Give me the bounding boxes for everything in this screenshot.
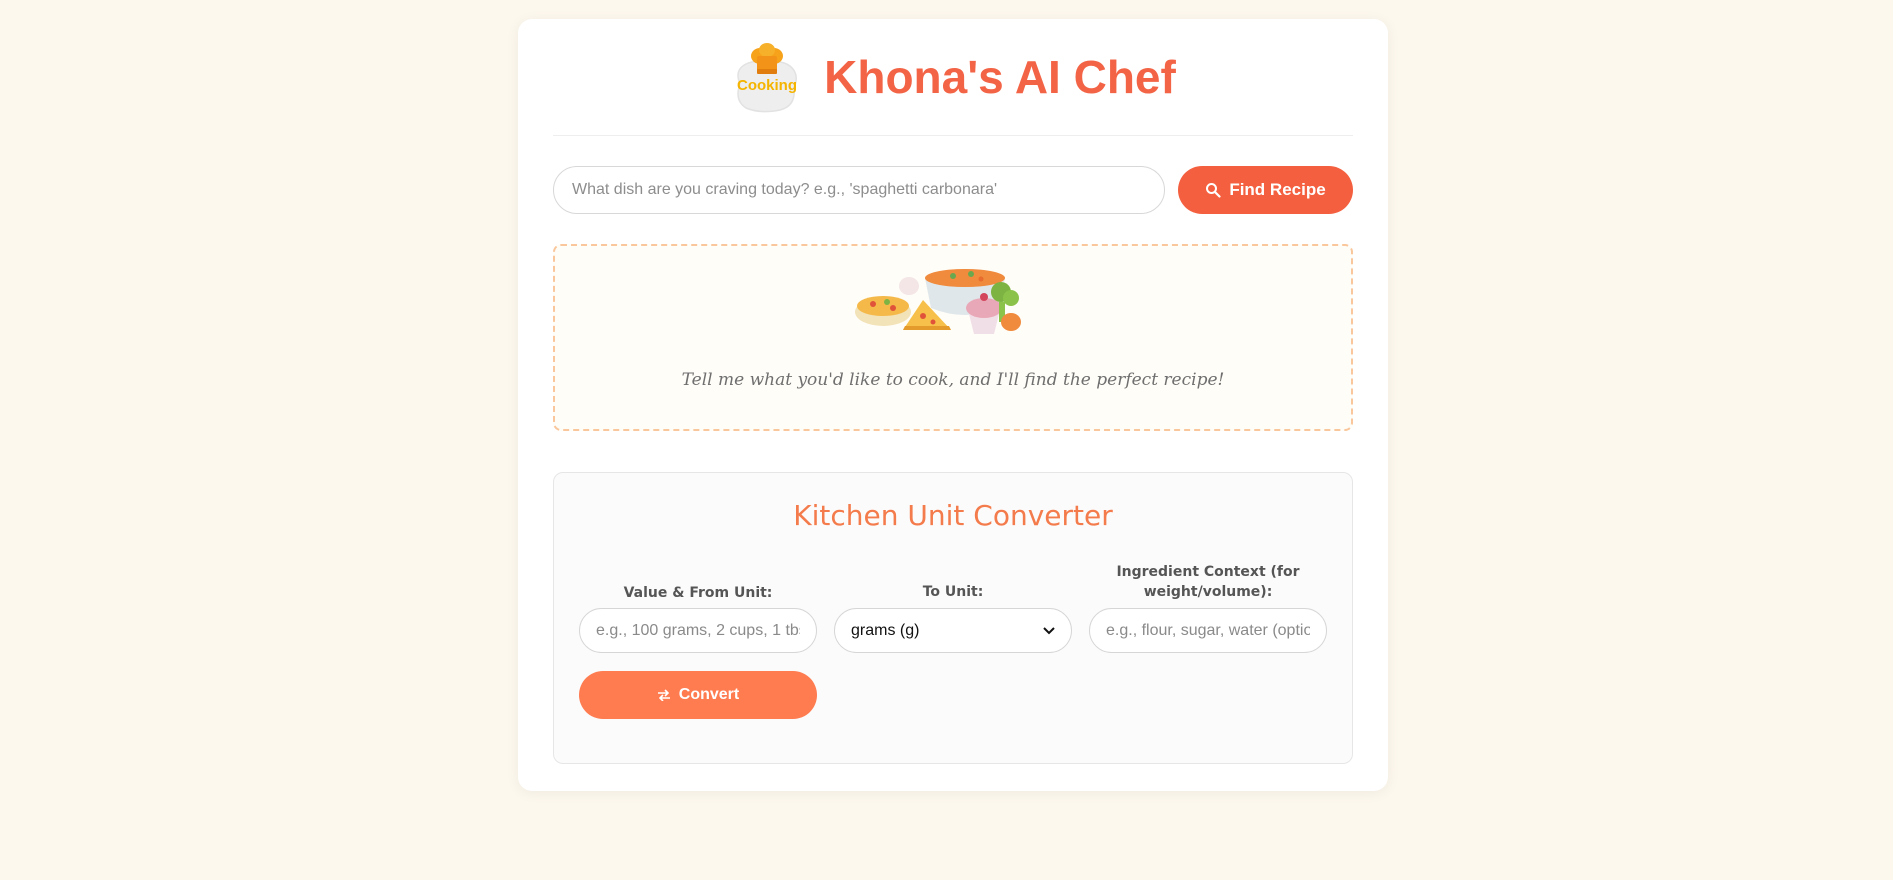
food-illustration <box>855 269 1021 334</box>
svg-text:Cooking: Cooking <box>737 77 797 94</box>
converter-title: Kitchen Unit Converter <box>793 499 1113 532</box>
to-unit-select[interactable]: grams (g) <box>834 608 1072 653</box>
find-recipe-button[interactable]: Find Recipe <box>1178 166 1353 214</box>
to-unit-label: To Unit: <box>922 584 984 600</box>
search-icon <box>1206 183 1221 198</box>
main-card: Cooking Khona's AI Chef Find Recipe <box>518 19 1388 791</box>
app-title: Khona's AI Chef <box>824 51 1176 103</box>
find-recipe-label: Find Recipe <box>1229 180 1326 199</box>
placeholder-message: Tell me what you'd like to cook, and I'l… <box>681 370 1225 390</box>
chevron-down-icon <box>1043 626 1055 634</box>
value-from-unit-label: Value & From Unit: <box>623 585 773 601</box>
chef-hat-icon: Cooking <box>737 43 797 113</box>
value-from-unit-input[interactable] <box>579 608 817 653</box>
search-bar: Find Recipe <box>553 166 1353 214</box>
to-unit-selected-value: grams (g) <box>851 621 920 639</box>
recipe-placeholder-panel: Tell me what you'd like to cook, and I'l… <box>553 244 1353 431</box>
ingredient-context-input[interactable] <box>1089 608 1327 653</box>
convert-button[interactable]: Convert <box>579 671 817 719</box>
convert-label: Convert <box>678 686 740 703</box>
swap-arrows-icon <box>657 689 670 701</box>
ingredient-context-label: Ingredient Context (for weight/volume): <box>1116 564 1300 600</box>
unit-converter-panel: Kitchen Unit Converter Value & From Unit… <box>553 472 1353 764</box>
app-header: Cooking Khona's AI Chef <box>553 19 1353 136</box>
dish-search-input[interactable] <box>553 166 1165 214</box>
